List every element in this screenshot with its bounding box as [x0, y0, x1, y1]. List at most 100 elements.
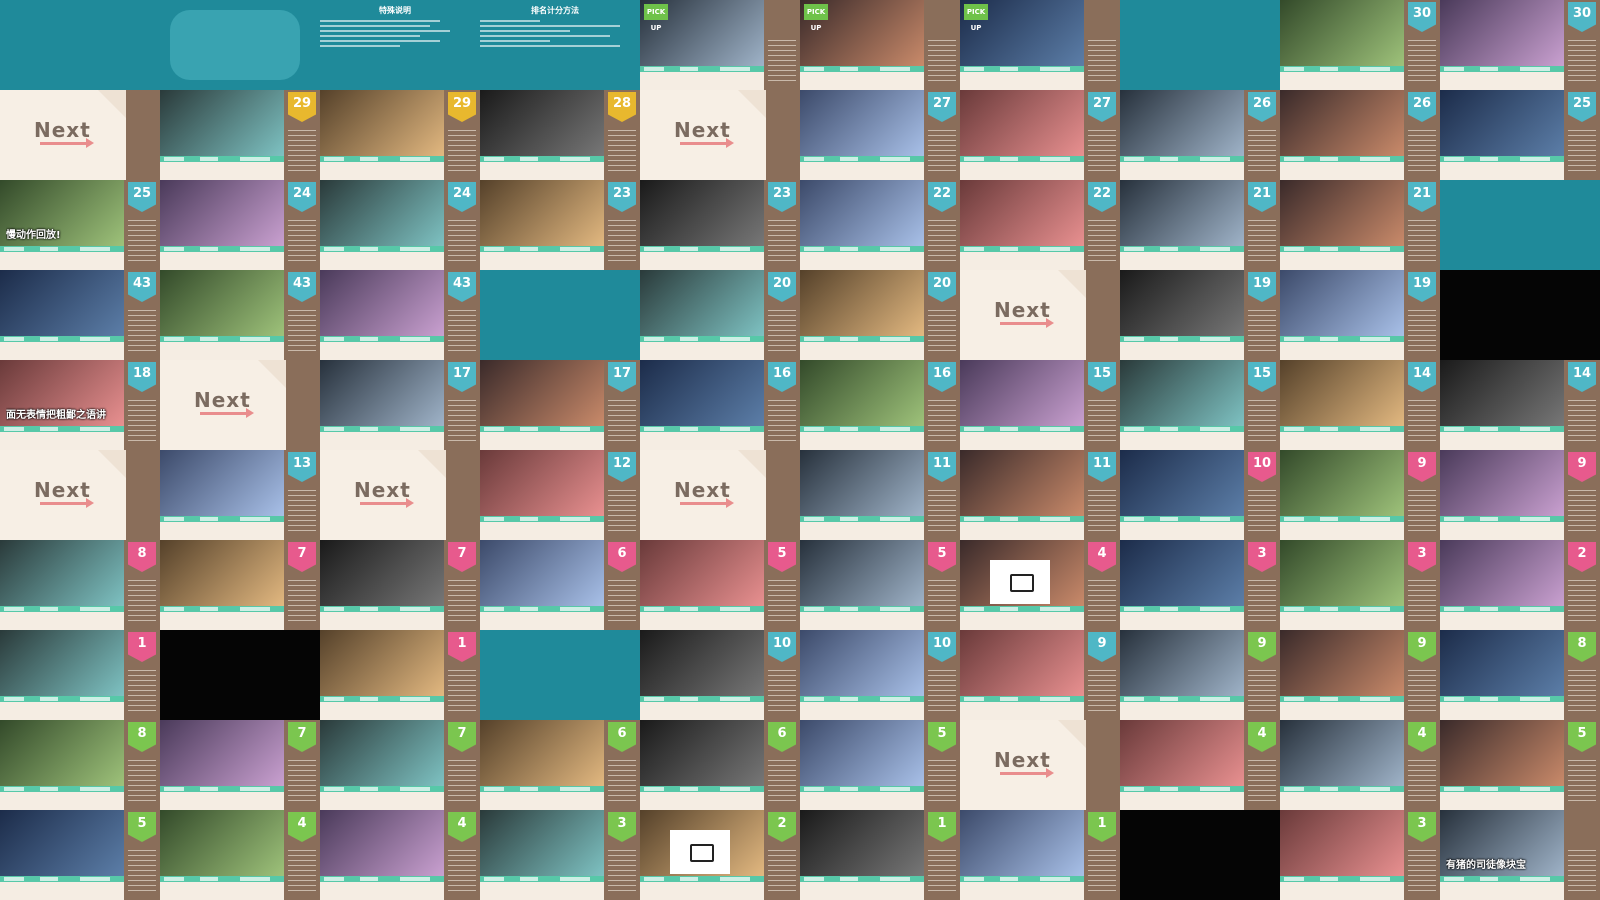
info-bar — [1280, 156, 1404, 162]
next-fold — [98, 450, 126, 478]
video-thumbnail — [480, 450, 604, 516]
tile-grid: PICK UP PICK UP PICK UP 30 30 Next 29 29 28 Next 2… — [0, 0, 1600, 900]
video-card: 20 — [800, 270, 960, 360]
pickup-badge: PICK UP — [644, 4, 668, 32]
video-card: 11 — [800, 450, 960, 540]
video-thumbnail — [160, 720, 284, 786]
video-card: 21 — [1120, 180, 1280, 270]
info-bar — [320, 876, 444, 882]
video-card: 3 — [1280, 810, 1440, 900]
video-card: 6 — [480, 720, 640, 810]
header-blob — [170, 10, 300, 80]
video-thumbnail — [1440, 360, 1564, 426]
video-thumbnail — [1120, 720, 1244, 786]
video-card: 12 — [480, 450, 640, 540]
video-card: 8 — [0, 540, 160, 630]
video-thumbnail — [960, 630, 1084, 696]
video-card: 30 — [1440, 0, 1600, 90]
video-thumbnail — [160, 540, 284, 606]
next-card: Next — [0, 90, 160, 180]
video-card: 1 — [800, 810, 960, 900]
video-card: 5 — [800, 720, 960, 810]
video-thumbnail — [1280, 180, 1404, 246]
info-bar — [480, 246, 604, 252]
info-bar — [320, 786, 444, 792]
info-bar — [640, 696, 764, 702]
info-bar — [1280, 876, 1404, 882]
next-side — [766, 450, 800, 540]
video-thumbnail — [1280, 630, 1404, 696]
video-thumbnail — [1440, 540, 1564, 606]
video-card: 10 — [1120, 450, 1280, 540]
video-card: 2 — [640, 810, 800, 900]
video-thumbnail — [480, 360, 604, 426]
video-thumbnail — [1120, 450, 1244, 516]
video-thumbnail — [1120, 360, 1244, 426]
video-thumbnail — [1280, 810, 1404, 876]
video-thumbnail — [640, 270, 764, 336]
video-thumbnail — [640, 810, 764, 876]
info-bar — [640, 66, 764, 72]
video-card: 3 — [1120, 540, 1280, 630]
next-fold — [98, 90, 126, 118]
video-card: 慢动作回放! 25 — [0, 180, 160, 270]
video-thumbnail — [480, 810, 604, 876]
video-thumbnail — [0, 270, 124, 336]
next-card: Next — [320, 450, 480, 540]
video-card: 8 — [0, 720, 160, 810]
video-thumbnail — [1440, 0, 1564, 66]
video-card: 10 — [800, 630, 960, 720]
video-thumbnail — [800, 540, 924, 606]
info-bar — [1280, 786, 1404, 792]
info-bar — [640, 606, 764, 612]
next-side — [286, 360, 320, 450]
info-bar — [960, 66, 1084, 72]
video-card: 20 — [640, 270, 800, 360]
info-bar — [1280, 516, 1404, 522]
video-thumbnail — [800, 270, 924, 336]
video-thumbnail — [160, 450, 284, 516]
video-card: 13 — [160, 450, 320, 540]
video-card: 43 — [160, 270, 320, 360]
info-bar — [480, 786, 604, 792]
info-bar — [960, 246, 1084, 252]
video-card: 3 — [1280, 540, 1440, 630]
video-thumbnail — [1280, 450, 1404, 516]
video-card: 8 — [1440, 630, 1600, 720]
video-thumbnail — [320, 360, 444, 426]
info-bar — [640, 786, 764, 792]
arrow-right-icon — [1000, 768, 1054, 778]
next-label: Next — [994, 298, 1051, 322]
video-thumbnail — [480, 180, 604, 246]
video-card: 15 — [1120, 360, 1280, 450]
video-thumbnail — [800, 720, 924, 786]
pickup-badge: PICK UP — [964, 4, 988, 32]
video-card: 4 — [960, 540, 1120, 630]
info-bar — [1440, 876, 1564, 882]
next-label: Next — [34, 118, 91, 142]
video-card: 29 — [320, 90, 480, 180]
video-card: 1 — [0, 630, 160, 720]
video-thumbnail — [640, 630, 764, 696]
video-thumbnail — [1440, 90, 1564, 156]
info-bar — [160, 156, 284, 162]
video-thumbnail — [0, 810, 124, 876]
next-side — [126, 450, 160, 540]
next-label: Next — [34, 478, 91, 502]
arrow-right-icon — [680, 138, 734, 148]
video-card: 23 — [640, 180, 800, 270]
info-bar — [800, 696, 924, 702]
video-card: 26 — [1120, 90, 1280, 180]
video-card: 9 — [960, 630, 1120, 720]
video-card: 43 — [0, 270, 160, 360]
info-bar — [0, 426, 124, 432]
next-side — [446, 450, 480, 540]
video-card: 22 — [800, 180, 960, 270]
info-bar — [320, 156, 444, 162]
video-thumbnail — [960, 180, 1084, 246]
next-fold — [258, 360, 286, 388]
video-card: 28 — [480, 90, 640, 180]
next-label: Next — [674, 478, 731, 502]
info-bar — [480, 426, 604, 432]
next-fold — [738, 450, 766, 478]
